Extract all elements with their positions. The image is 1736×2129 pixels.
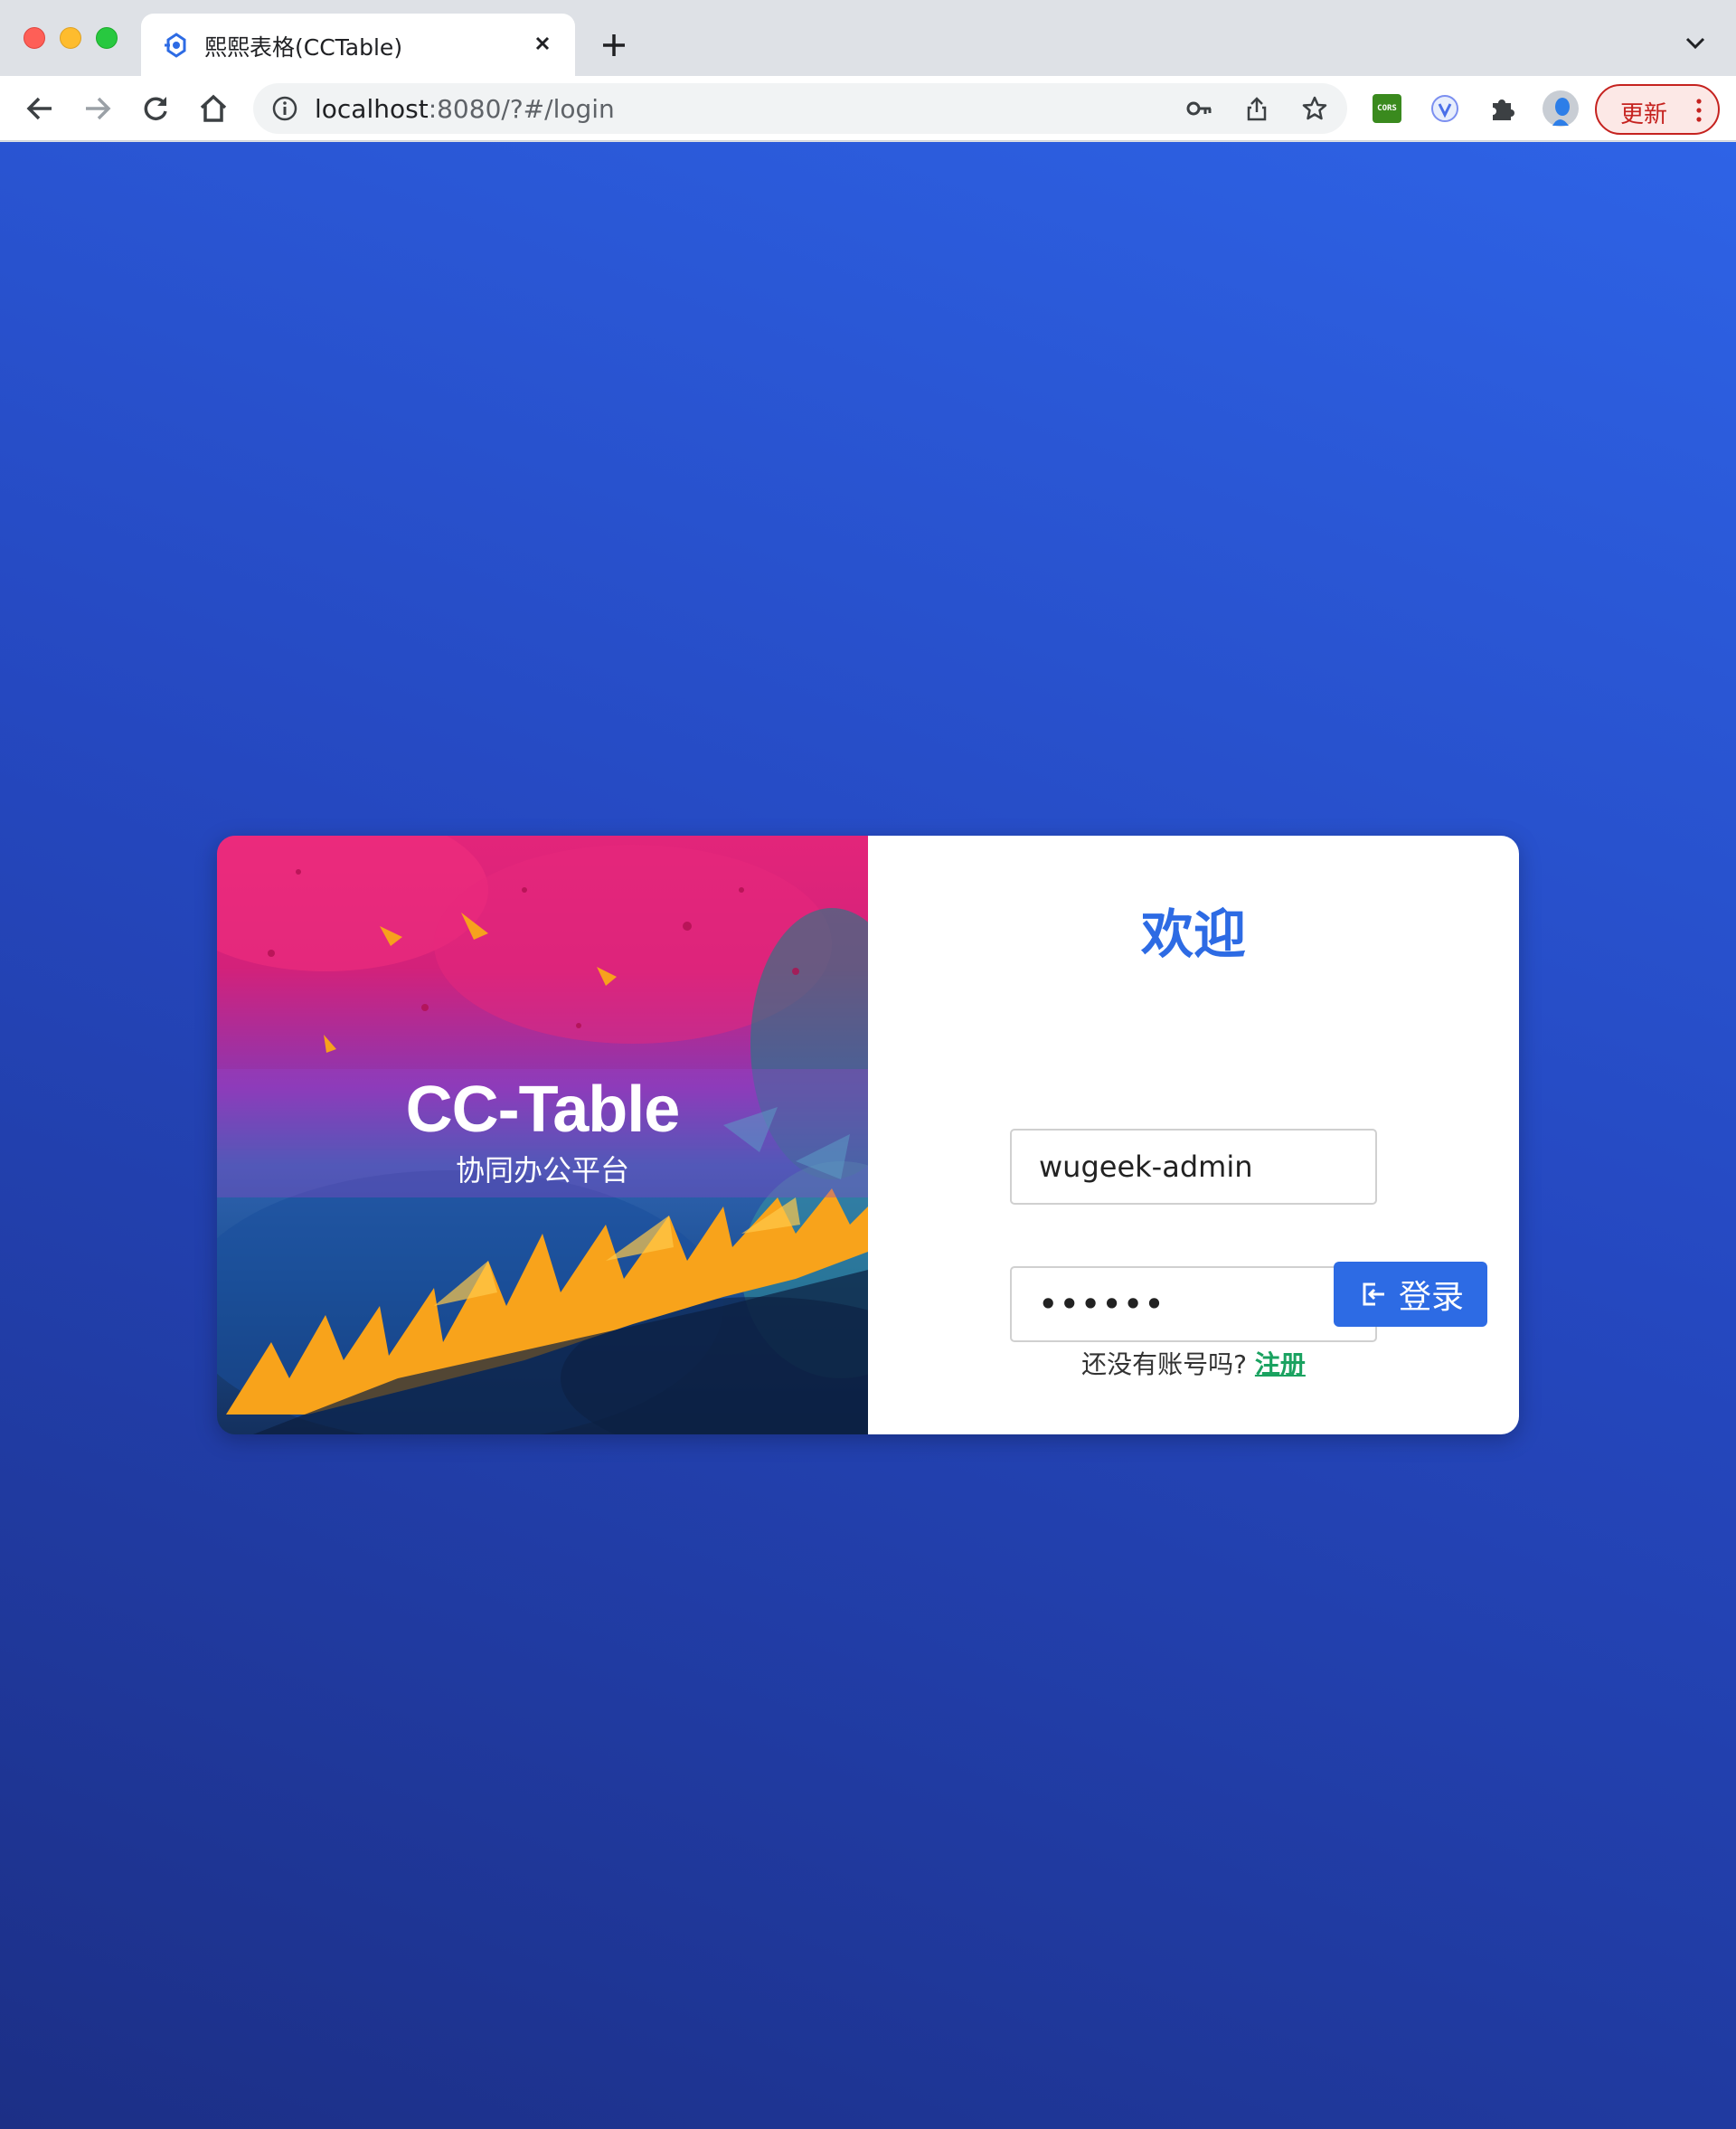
key-icon [1186,101,1212,116]
puzzle-icon [1493,99,1514,120]
home-icon [200,94,227,122]
address-bar[interactable]: localhost:8080/?#/login [253,83,1347,134]
translate-extension-icon [1431,95,1458,122]
url-text[interactable]: localhost:8080/?#/login [315,94,615,124]
star-icon [1302,96,1327,120]
arrow-left-icon [26,97,52,120]
avatar-icon [1543,90,1579,127]
welcome-heading: 欢迎 [1140,904,1246,965]
back-button[interactable] [22,90,58,127]
brand-title: CC-Table [405,1074,681,1146]
login-button-label: 登录 [1398,1278,1464,1315]
username-input[interactable] [1010,1129,1377,1205]
info-icon[interactable] [271,95,298,122]
reload-icon [144,97,167,120]
browser-toolbar: localhost:8080/?#/login CORS 更新 [0,76,1736,141]
register-link[interactable]: 注册 [1255,1349,1306,1379]
share-button[interactable] [1242,94,1271,123]
register-prompt-line: 还没有账号吗? 注册 [868,1345,1519,1381]
browser-tab-active[interactable]: 熙熙表格(CCTable) [141,14,575,76]
extensions-menu[interactable] [1483,89,1523,128]
password-key-button[interactable] [1184,94,1213,123]
extension-translate[interactable] [1425,89,1465,128]
more-vert-icon [1696,99,1702,122]
brand-subtitle: 协同办公平台 [455,1153,629,1188]
window-minimize-button[interactable] [60,27,81,49]
login-button[interactable]: 登录 [1334,1262,1487,1327]
update-button[interactable]: 更新 [1595,84,1720,135]
update-button-label: 更新 [1620,101,1668,128]
login-card: CC-Table 协同办公平台 欢迎 登录 还没有账号吗? 注册 [217,836,1519,1434]
url-host: localhost [315,94,429,124]
close-tab-icon[interactable] [530,31,555,56]
window-zoom-button[interactable] [96,27,118,49]
login-enter-icon [1363,1282,1384,1306]
register-prompt: 还没有账号吗? [1081,1349,1247,1379]
reload-button[interactable] [137,90,174,127]
chevron-down-icon[interactable] [1684,34,1707,52]
forward-button[interactable] [80,90,116,127]
password-input[interactable] [1010,1266,1377,1342]
brand-art-panel: CC-Table 协同办公平台 [217,836,868,1434]
cors-extension-icon: CORS [1373,94,1401,123]
profile-button[interactable] [1541,89,1580,128]
tab-title: 熙熙表格(CCTable) [204,34,403,61]
login-form-panel: 欢迎 登录 还没有账号吗? 注册 [868,836,1519,1434]
share-icon [1247,97,1267,121]
arrow-right-icon [86,97,111,120]
bookmark-button[interactable] [1300,94,1329,123]
browser-tab-strip: 熙熙表格(CCTable) [0,0,1736,76]
login-page-background: CC-Table 协同办公平台 欢迎 登录 还没有账号吗? 注册 [0,142,1736,2129]
url-path: :8080/?#/login [428,94,615,124]
extension-cors[interactable]: CORS [1367,89,1407,128]
window-close-button[interactable] [24,27,45,49]
home-button[interactable] [195,90,231,127]
new-tab-icon[interactable] [599,30,629,61]
cctable-logo-icon [165,33,186,58]
